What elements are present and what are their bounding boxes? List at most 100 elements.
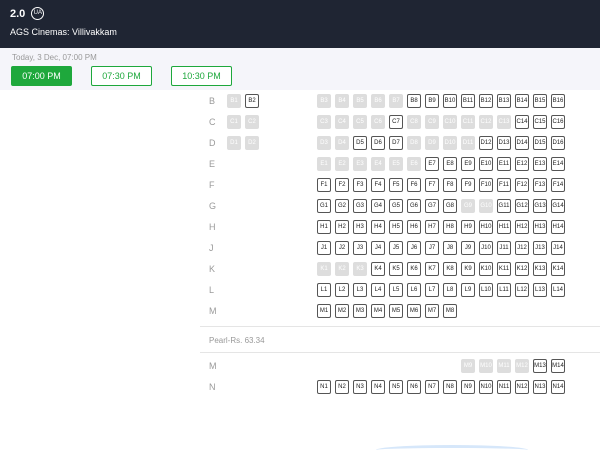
seat-l13[interactable]: L13 <box>533 283 547 297</box>
seat-j4[interactable]: J4 <box>371 241 385 255</box>
seat-g8[interactable]: G8 <box>443 199 457 213</box>
seat-j9[interactable]: J9 <box>461 241 475 255</box>
seat-d7[interactable]: D7 <box>389 136 403 150</box>
seat-k14[interactable]: K14 <box>551 262 565 276</box>
seat-j8[interactable]: J8 <box>443 241 457 255</box>
seat-h4[interactable]: H4 <box>371 220 385 234</box>
seat-h12[interactable]: H12 <box>515 220 529 234</box>
seat-f2[interactable]: F2 <box>335 178 349 192</box>
seat-f4[interactable]: F4 <box>371 178 385 192</box>
seat-j6[interactable]: J6 <box>407 241 421 255</box>
seat-e7[interactable]: E7 <box>425 157 439 171</box>
seat-l11[interactable]: L11 <box>497 283 511 297</box>
seat-m2[interactable]: M2 <box>335 304 349 318</box>
seat-j3[interactable]: J3 <box>353 241 367 255</box>
seat-n11[interactable]: N11 <box>497 380 511 394</box>
seat-d15[interactable]: D15 <box>533 136 547 150</box>
seat-l10[interactable]: L10 <box>479 283 493 297</box>
seat-g5[interactable]: G5 <box>389 199 403 213</box>
seat-b2[interactable]: B2 <box>245 94 259 108</box>
seat-b14[interactable]: B14 <box>515 94 529 108</box>
seat-j1[interactable]: J1 <box>317 241 331 255</box>
seat-n1[interactable]: N1 <box>317 380 331 394</box>
seat-h5[interactable]: H5 <box>389 220 403 234</box>
seat-n13[interactable]: N13 <box>533 380 547 394</box>
seat-e9[interactable]: E9 <box>461 157 475 171</box>
seat-m7[interactable]: M7 <box>425 304 439 318</box>
seat-d13[interactable]: D13 <box>497 136 511 150</box>
seat-g7[interactable]: G7 <box>425 199 439 213</box>
seat-e10[interactable]: E10 <box>479 157 493 171</box>
seat-l5[interactable]: L5 <box>389 283 403 297</box>
seat-b15[interactable]: B15 <box>533 94 547 108</box>
seat-h14[interactable]: H14 <box>551 220 565 234</box>
seat-k5[interactable]: K5 <box>389 262 403 276</box>
seat-f7[interactable]: F7 <box>425 178 439 192</box>
seat-j11[interactable]: J11 <box>497 241 511 255</box>
seat-g3[interactable]: G3 <box>353 199 367 213</box>
seat-l1[interactable]: L1 <box>317 283 331 297</box>
seat-l6[interactable]: L6 <box>407 283 421 297</box>
seat-g12[interactable]: G12 <box>515 199 529 213</box>
seat-k7[interactable]: K7 <box>425 262 439 276</box>
seat-k8[interactable]: K8 <box>443 262 457 276</box>
seat-f11[interactable]: F11 <box>497 178 511 192</box>
seat-k9[interactable]: K9 <box>461 262 475 276</box>
seat-n9[interactable]: N9 <box>461 380 475 394</box>
seat-h6[interactable]: H6 <box>407 220 421 234</box>
seat-l4[interactable]: L4 <box>371 283 385 297</box>
seat-n2[interactable]: N2 <box>335 380 349 394</box>
showtime-button[interactable]: 07:00 PM <box>11 66 72 86</box>
seat-m8[interactable]: M8 <box>443 304 457 318</box>
seat-l14[interactable]: L14 <box>551 283 565 297</box>
seat-f8[interactable]: F8 <box>443 178 457 192</box>
seat-f12[interactable]: F12 <box>515 178 529 192</box>
seat-k10[interactable]: K10 <box>479 262 493 276</box>
seat-d16[interactable]: D16 <box>551 136 565 150</box>
seat-n8[interactable]: N8 <box>443 380 457 394</box>
seat-n6[interactable]: N6 <box>407 380 421 394</box>
seat-d14[interactable]: D14 <box>515 136 529 150</box>
seat-m14[interactable]: M14 <box>551 359 565 373</box>
seat-c14[interactable]: C14 <box>515 115 529 129</box>
seat-h10[interactable]: H10 <box>479 220 493 234</box>
seat-n5[interactable]: N5 <box>389 380 403 394</box>
seat-m3[interactable]: M3 <box>353 304 367 318</box>
seat-j5[interactable]: J5 <box>389 241 403 255</box>
seat-f5[interactable]: F5 <box>389 178 403 192</box>
seat-c7[interactable]: C7 <box>389 115 403 129</box>
seat-h1[interactable]: H1 <box>317 220 331 234</box>
showtime-button[interactable]: 10:30 PM <box>171 66 232 86</box>
seat-f3[interactable]: F3 <box>353 178 367 192</box>
seat-h11[interactable]: H11 <box>497 220 511 234</box>
seat-k6[interactable]: K6 <box>407 262 421 276</box>
seat-g2[interactable]: G2 <box>335 199 349 213</box>
seat-d12[interactable]: D12 <box>479 136 493 150</box>
seat-b10[interactable]: B10 <box>443 94 457 108</box>
seat-f10[interactable]: F10 <box>479 178 493 192</box>
seat-f1[interactable]: F1 <box>317 178 331 192</box>
seat-h9[interactable]: H9 <box>461 220 475 234</box>
seat-c16[interactable]: C16 <box>551 115 565 129</box>
seat-h3[interactable]: H3 <box>353 220 367 234</box>
seat-d6[interactable]: D6 <box>371 136 385 150</box>
seat-j13[interactable]: J13 <box>533 241 547 255</box>
seat-l7[interactable]: L7 <box>425 283 439 297</box>
seat-k13[interactable]: K13 <box>533 262 547 276</box>
seat-e14[interactable]: E14 <box>551 157 565 171</box>
seat-g13[interactable]: G13 <box>533 199 547 213</box>
seat-j12[interactable]: J12 <box>515 241 529 255</box>
seat-h13[interactable]: H13 <box>533 220 547 234</box>
seat-f13[interactable]: F13 <box>533 178 547 192</box>
seat-b12[interactable]: B12 <box>479 94 493 108</box>
seat-n4[interactable]: N4 <box>371 380 385 394</box>
seat-j14[interactable]: J14 <box>551 241 565 255</box>
seat-l2[interactable]: L2 <box>335 283 349 297</box>
seat-g14[interactable]: G14 <box>551 199 565 213</box>
seat-l3[interactable]: L3 <box>353 283 367 297</box>
seat-b11[interactable]: B11 <box>461 94 475 108</box>
seat-m13[interactable]: M13 <box>533 359 547 373</box>
seat-c15[interactable]: C15 <box>533 115 547 129</box>
seat-b9[interactable]: B9 <box>425 94 439 108</box>
seat-n7[interactable]: N7 <box>425 380 439 394</box>
